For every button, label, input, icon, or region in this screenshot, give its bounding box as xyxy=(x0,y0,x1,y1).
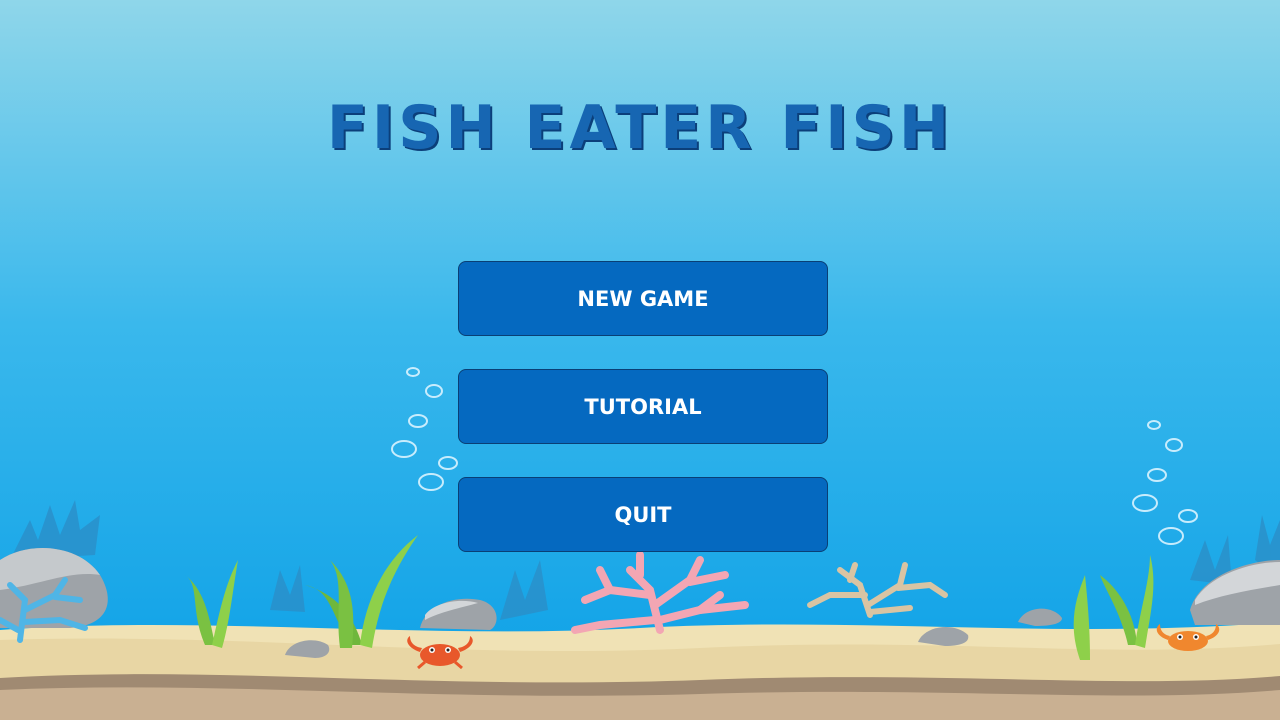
game-title: FISH EATER FISH xyxy=(326,93,954,163)
new-game-label: NEW GAME xyxy=(577,286,709,311)
quit-label: QUIT xyxy=(614,502,672,527)
quit-button[interactable]: QUIT xyxy=(458,477,828,552)
tutorial-label: TUTORIAL xyxy=(584,394,702,419)
new-game-button[interactable]: NEW GAME xyxy=(458,261,828,336)
tutorial-button[interactable]: TUTORIAL xyxy=(458,369,828,444)
